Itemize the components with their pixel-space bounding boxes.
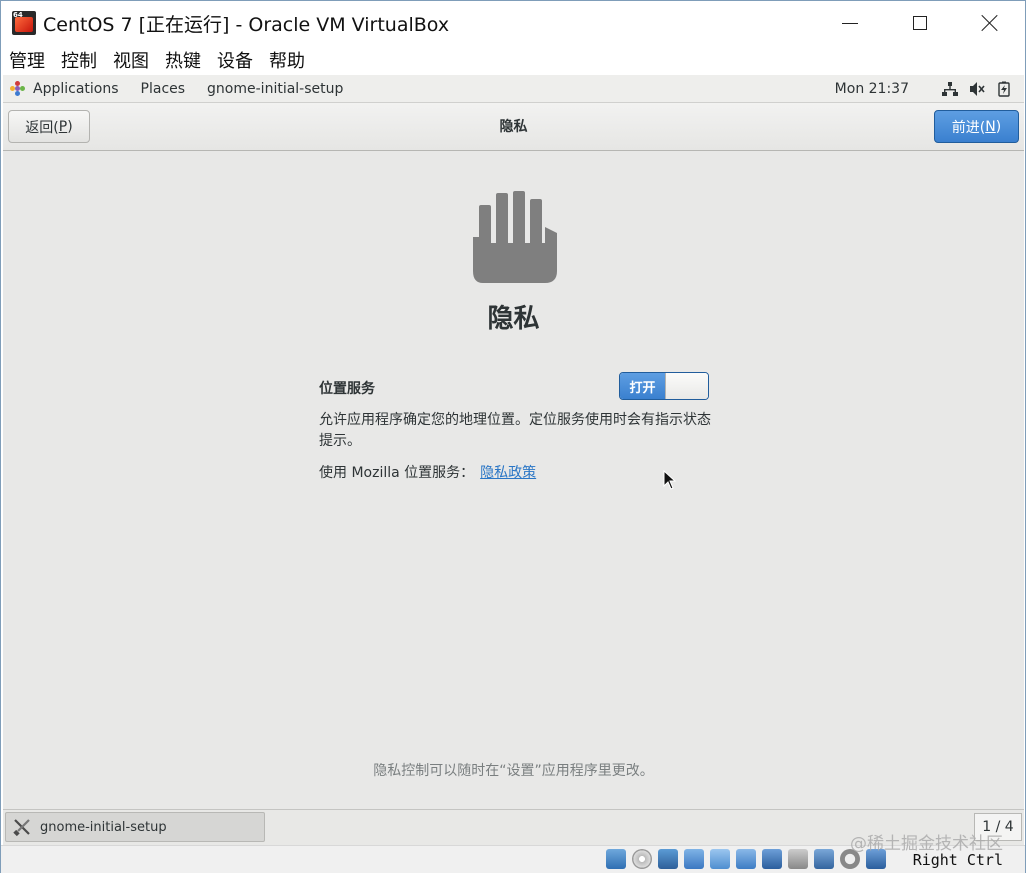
window-controls <box>815 1 1025 45</box>
battery-icon[interactable] <box>996 81 1012 97</box>
close-icon <box>981 14 999 32</box>
next-label-close: ) <box>995 118 1002 135</box>
gnome-foot-icon <box>10 80 26 97</box>
mozilla-location-line: 使用 Mozilla 位置服务： 隐私政策 <box>319 462 536 482</box>
back-label: 返回( <box>25 119 59 136</box>
menu-help[interactable]: 帮助 <box>269 47 305 73</box>
page-heading: 隐私 <box>487 304 540 334</box>
cpu-icon[interactable] <box>814 849 834 869</box>
taskbar-window-label: gnome-initial-setup <box>40 819 167 835</box>
panel-status-area: Mon 21:37 <box>835 75 1012 103</box>
virtualbox-window: 64 CentOS 7 [正在运行] - Oracle VM VirtualBo… <box>0 0 1026 873</box>
taskbar-window-button[interactable]: gnome-initial-setup <box>5 812 265 842</box>
next-mnemonic: N <box>985 118 996 135</box>
menu-control[interactable]: 控制 <box>61 47 97 73</box>
virtualbox-icon: 64 <box>12 11 36 35</box>
minimize-button[interactable] <box>815 1 885 45</box>
privacy-page: 隐私 位置服务 打开 允许应用程序确定您的地理位置。定位服务使用时会有指示状态提… <box>3 152 1024 809</box>
vm-screen[interactable]: Applications Places gnome-initial-setup … <box>3 75 1024 845</box>
toggle-knob[interactable] <box>665 373 708 399</box>
menu-hotkeys[interactable]: 热键 <box>165 47 201 73</box>
back-label-close: ) <box>67 118 73 135</box>
audio-icon[interactable] <box>658 849 678 869</box>
optical-drive-icon[interactable] <box>632 849 652 869</box>
next-label: 前进( <box>951 119 986 136</box>
maximize-button[interactable] <box>885 1 955 45</box>
minimize-icon <box>842 22 858 24</box>
next-button[interactable]: 前进(N) <box>934 110 1019 143</box>
location-description: 允许应用程序确定您的地理位置。定位服务使用时会有指示状态提示。 <box>319 412 711 449</box>
maximize-icon <box>913 16 927 30</box>
hand-icon <box>473 191 557 283</box>
clock[interactable]: Mon 21:37 <box>835 81 909 97</box>
applications-label: Applications <box>33 80 119 97</box>
gnome-top-panel: Applications Places gnome-initial-setup … <box>3 75 1024 103</box>
applications-menu[interactable]: Applications <box>10 80 141 97</box>
settings-hint: 隐私控制可以随时在“设置”应用程序里更改。 <box>373 763 654 779</box>
menu-devices[interactable]: 设备 <box>217 47 253 73</box>
mozilla-text: 使用 Mozilla 位置服务： <box>319 465 475 481</box>
hard-disk-icon[interactable] <box>606 849 626 869</box>
shared-folders-icon[interactable] <box>736 849 756 869</box>
menu-machine[interactable]: 管理 <box>9 47 45 73</box>
tools-icon <box>13 819 30 837</box>
network-adapter-icon[interactable] <box>684 849 704 869</box>
location-services-toggle[interactable]: 打开 <box>619 372 709 400</box>
title-bar: 64 CentOS 7 [正在运行] - Oracle VM VirtualBo… <box>1 1 1025 45</box>
places-menu[interactable]: Places <box>141 81 186 97</box>
display-icon[interactable] <box>762 849 782 869</box>
usb-icon[interactable] <box>710 849 730 869</box>
header-title: 隐私 <box>499 119 528 135</box>
close-button[interactable] <box>955 1 1025 45</box>
menu-bar: 管理 控制 视图 热键 设备 帮助 <box>1 45 1025 75</box>
active-app-menu[interactable]: gnome-initial-setup <box>207 81 343 97</box>
location-services-label: 位置服务 <box>319 381 375 397</box>
watermark: @稀土掘金技术社区 <box>850 834 1003 854</box>
window-title: CentOS 7 [正在运行] - Oracle VM VirtualBox <box>43 13 450 36</box>
volume-muted-icon[interactable] <box>969 81 985 97</box>
back-button[interactable]: 返回(P) <box>8 110 90 143</box>
mouse-cursor-icon <box>663 470 677 490</box>
privacy-policy-link[interactable]: 隐私政策 <box>480 462 536 482</box>
setup-header-bar: 返回(P) 隐私 前进(N) <box>3 103 1024 151</box>
toggle-on-label: 打开 <box>620 373 665 399</box>
network-icon[interactable] <box>942 81 958 97</box>
menu-view[interactable]: 视图 <box>113 47 149 73</box>
video-capture-icon[interactable] <box>788 849 808 869</box>
back-mnemonic: P <box>58 118 68 135</box>
